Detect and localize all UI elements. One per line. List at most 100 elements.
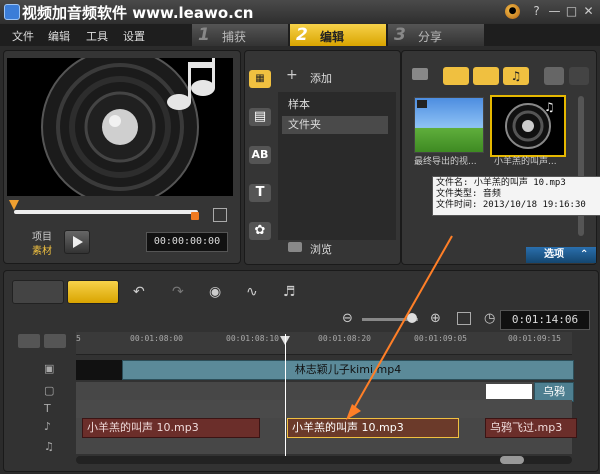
thumbnail-caption: 小羊羔的叫声... — [494, 157, 557, 167]
list-view-icon[interactable] — [544, 67, 564, 85]
show-audio-icon[interactable]: ♫ — [503, 67, 529, 85]
playhead-line — [285, 334, 286, 456]
close-icon[interactable]: ✕ — [582, 5, 595, 18]
audio-thumbnail[interactable]: ♫ — [490, 95, 566, 157]
redo-icon[interactable]: ↷ — [172, 284, 184, 300]
mark-in-handle[interactable] — [9, 200, 19, 210]
help-icon[interactable]: ? — [530, 5, 543, 18]
voice-track-icon: ♪ — [44, 420, 52, 433]
video-track-header[interactable]: ▣ — [4, 360, 74, 380]
menu-edit[interactable]: 编辑 — [48, 28, 70, 44]
add-icon[interactable]: + — [286, 67, 298, 83]
track-manager-icon[interactable] — [18, 334, 40, 348]
show-photo-icon[interactable] — [473, 67, 499, 85]
music-track-icon: ♫ — [44, 440, 54, 453]
zoom-in-icon[interactable]: ⊕ — [430, 311, 441, 326]
mark-out-handle[interactable] — [191, 212, 199, 220]
media-icon[interactable]: ▦ — [249, 70, 271, 88]
timeline-view-button[interactable] — [12, 280, 64, 304]
preview-screen — [7, 58, 233, 196]
video-badge-icon — [417, 100, 427, 108]
browse-icon[interactable] — [288, 242, 302, 252]
overlay-clip-white[interactable] — [486, 384, 532, 399]
tab-share[interactable]: 3 分享 — [388, 24, 484, 46]
text-icon[interactable]: T — [249, 184, 271, 202]
tooltip-line: 文件名: 小羊羔的叫声 10.mp3 — [436, 178, 566, 188]
auto-music-icon[interactable]: ♬ — [283, 284, 296, 300]
title-track-icon: T — [44, 402, 51, 415]
file-info-tooltip: 文件名: 小羊羔的叫声 10.mp3 文件类型: 音频 文件时间: 2013/1… — [432, 176, 600, 216]
title-track-header[interactable]: T — [4, 400, 74, 420]
menu-tools[interactable]: 工具 — [86, 28, 108, 44]
zoom-slider-handle[interactable] — [407, 313, 417, 323]
tooltip-line: 文件时间: 2013/10/18 19:16:30 — [436, 200, 586, 210]
ruler-label: 00:01:08:10 — [226, 334, 279, 343]
preview-timecode[interactable]: 00:00:00:00 — [146, 232, 228, 252]
tab-number: 3 — [394, 25, 406, 45]
thumbnail-caption: 最终导出的视... — [414, 157, 477, 167]
overlay-track-header[interactable]: ▢ — [4, 382, 74, 402]
voice-track-header[interactable]: ♪ — [4, 418, 74, 438]
tab-capture[interactable]: 1 捕获 — [192, 24, 288, 46]
maximize-icon[interactable]: □ — [565, 5, 578, 18]
folder-list — [278, 92, 396, 240]
speaker-image — [41, 58, 215, 196]
video-clip[interactable]: 林志颖儿子kimi.mp4 — [122, 360, 574, 380]
chapter-icon[interactable] — [44, 334, 66, 348]
folder-icon[interactable] — [412, 68, 428, 80]
folder-item-folder[interactable]: 文件夹 — [282, 116, 388, 134]
music-track-header[interactable]: ♫ — [4, 438, 74, 458]
folder-item-samples[interactable]: 样本 — [282, 96, 388, 114]
menu-settings[interactable]: 设置 — [123, 28, 145, 44]
record-icon[interactable]: ◉ — [209, 284, 221, 300]
ruler-label: 5 — [76, 334, 81, 343]
ruler-label: 00:01:08:00 — [130, 334, 183, 343]
clip-mode-label[interactable]: 素材 — [32, 242, 52, 257]
preview-scrub-bar[interactable] — [14, 210, 198, 214]
timeline-timecode[interactable]: 0:01:14:06 — [500, 310, 590, 330]
audio-clip-selected[interactable]: 小羊羔的叫声 10.mp3 — [287, 418, 459, 438]
clock-icon: ◷ — [484, 311, 496, 326]
transition-icon[interactable]: ▤ — [249, 108, 271, 126]
corel-logo-icon[interactable]: ● — [505, 4, 520, 19]
project-mode-label[interactable]: 项目 — [32, 228, 52, 243]
thumbnail-view-icon[interactable] — [569, 67, 589, 85]
options-label: 选项 — [544, 249, 564, 260]
split-icon[interactable] — [213, 208, 227, 222]
tab-edit[interactable]: 2 编辑 — [290, 24, 386, 46]
timeline-scrollbar[interactable] — [76, 456, 572, 464]
play-button[interactable] — [64, 230, 90, 254]
music-track — [76, 438, 572, 454]
browse-button[interactable]: 浏览 — [310, 241, 332, 257]
title-effect-icon[interactable]: AB — [249, 146, 271, 164]
audio-mixer-icon[interactable]: ∿ — [246, 284, 258, 300]
add-folder-button[interactable]: 添加 — [310, 70, 332, 86]
video-track-icon: ▣ — [44, 362, 55, 375]
ruler-label: 00:01:08:20 — [318, 334, 371, 343]
media-thumbnail[interactable] — [414, 97, 484, 153]
timeline-scroll-thumb[interactable] — [500, 456, 524, 464]
tab-number: 2 — [296, 25, 308, 45]
undo-icon[interactable]: ↶ — [133, 284, 145, 300]
minimize-icon[interactable]: — — [548, 5, 561, 18]
tab-label: 编辑 — [320, 30, 345, 44]
fit-project-icon[interactable] — [457, 312, 471, 325]
tab-label: 捕获 — [222, 30, 247, 44]
tab-number: 1 — [198, 25, 210, 45]
overlay-clip[interactable]: 乌鸦 — [534, 382, 574, 402]
menu-file[interactable]: 文件 — [12, 28, 34, 44]
audio-clip[interactable]: 小羊羔的叫声 10.mp3 — [82, 418, 260, 438]
title-track — [76, 400, 572, 420]
zoom-out-icon[interactable]: ⊖ — [342, 311, 353, 326]
ruler-label: 00:01:09:05 — [414, 334, 467, 343]
tooltip-line: 文件类型: 音频 — [436, 189, 501, 199]
filter-icon[interactable]: ✿ — [249, 222, 271, 240]
options-button[interactable]: 选项 ⌃ — [526, 247, 596, 263]
tab-label: 分享 — [418, 30, 443, 44]
storyboard-view-button[interactable] — [67, 280, 119, 304]
svg-text:♫: ♫ — [544, 100, 555, 114]
window-title: 视频加音频软件 www.leawo.cn — [22, 4, 254, 22]
show-video-icon[interactable] — [443, 67, 469, 85]
audio-clip[interactable]: 乌鸦飞过.mp3 — [485, 418, 577, 438]
video-clip-black[interactable] — [76, 360, 122, 380]
